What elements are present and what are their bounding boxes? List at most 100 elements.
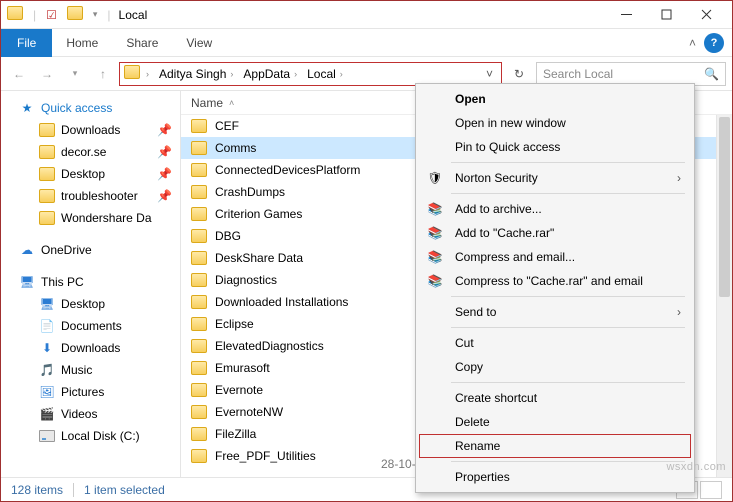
menu-item-pin-quick-access[interactable]: Pin to Quick access (419, 135, 691, 159)
library-icon: 📄 (39, 318, 55, 334)
scrollbar-thumb[interactable] (719, 117, 730, 297)
star-icon: ★ (19, 100, 35, 116)
breadcrumb-segment[interactable]: Local› (303, 67, 347, 81)
sidebar-item[interactable]: 🖥Desktop (1, 293, 180, 315)
drive-icon (39, 428, 55, 444)
folder-icon (39, 188, 55, 204)
norton-icon: 🛡 (425, 171, 445, 185)
menu-item-rename[interactable]: Rename (419, 434, 691, 458)
sidebar-item[interactable]: decor.se📌 (1, 141, 180, 163)
folder-icon (191, 427, 207, 441)
library-icon: 🎬 (39, 406, 55, 422)
refresh-button[interactable]: ↻ (506, 67, 532, 81)
status-selected: 1 item selected (84, 483, 165, 497)
sidebar-item[interactable]: 🎬Videos (1, 403, 180, 425)
qat-dropdown-icon[interactable]: ▾ (93, 9, 98, 20)
address-dropdown-icon[interactable]: ˅ (482, 67, 497, 81)
search-icon: 🔍 (704, 67, 719, 81)
search-input[interactable]: Search Local 🔍 (536, 62, 726, 86)
tab-share[interactable]: Share (112, 29, 172, 57)
ribbon: File Home Share View ˄ ? (1, 29, 732, 57)
menu-item-send-to[interactable]: Send to› (419, 300, 691, 324)
folder-icon (191, 361, 207, 375)
menu-item-compress-cache-email[interactable]: 📚Compress to "Cache.rar" and email (419, 269, 691, 293)
ribbon-collapse-icon[interactable]: ˄ (681, 36, 704, 50)
menu-item-compress-email[interactable]: 📚Compress and email... (419, 245, 691, 269)
sidebar-item[interactable]: 🖼Pictures (1, 381, 180, 403)
chevron-right-icon: › (677, 305, 681, 319)
tab-home[interactable]: Home (52, 29, 112, 57)
menu-item-norton[interactable]: 🛡Norton Security› (419, 166, 691, 190)
qat-separator: | (107, 8, 110, 22)
close-button[interactable] (686, 2, 726, 28)
maximize-button[interactable] (646, 2, 686, 28)
nav-forward-button[interactable]: → (35, 62, 59, 86)
archive-icon: 📚 (425, 202, 445, 216)
folder-icon (191, 185, 207, 199)
sidebar-item[interactable]: Local Disk (C:) (1, 425, 180, 447)
nav-recent-dropdown[interactable]: ▾ (63, 62, 87, 86)
library-icon: 🖼 (39, 384, 55, 400)
column-header-name[interactable]: Name ˄ (191, 96, 391, 110)
menu-item-open[interactable]: Open (419, 87, 691, 111)
folder-icon (191, 207, 207, 221)
search-placeholder: Search Local (543, 67, 613, 81)
library-icon: 🎵 (39, 362, 55, 378)
qat-properties-icon[interactable]: ☑ (46, 8, 57, 22)
menu-item-add-cache[interactable]: 📚Add to "Cache.rar" (419, 221, 691, 245)
context-menu: Open Open in new window Pin to Quick acc… (415, 83, 695, 493)
folder-icon (191, 339, 207, 353)
library-icon: ⬇ (39, 340, 55, 356)
menu-item-properties[interactable]: Properties (419, 465, 691, 489)
pin-icon: 📌 (157, 167, 172, 181)
title-bar: | ☑ ▾ | Local (1, 1, 732, 29)
tab-view[interactable]: View (172, 29, 226, 57)
sidebar-item-onedrive[interactable]: ☁ OneDrive (1, 239, 180, 261)
minimize-button[interactable] (606, 2, 646, 28)
vertical-scrollbar[interactable] (716, 115, 732, 477)
sidebar-item[interactable]: 📄Documents (1, 315, 180, 337)
cloud-icon: ☁ (19, 242, 35, 258)
nav-back-button[interactable]: ← (7, 62, 31, 86)
breadcrumb-segment[interactable]: Aditya Singh› (155, 67, 237, 81)
folder-icon (191, 273, 207, 287)
sidebar-item[interactable]: 🎵Music (1, 359, 180, 381)
pin-icon: 📌 (157, 145, 172, 159)
menu-item-create-shortcut[interactable]: Create shortcut (419, 386, 691, 410)
sidebar-item[interactable]: Desktop📌 (1, 163, 180, 185)
sidebar-item-this-pc[interactable]: 🖥 This PC (1, 271, 180, 293)
status-count: 128 items (11, 483, 63, 497)
view-large-button[interactable] (700, 481, 722, 499)
nav-up-button[interactable]: ↑ (91, 62, 115, 86)
help-icon[interactable]: ? (704, 33, 724, 53)
sidebar-item-quick-access[interactable]: ★ Quick access (1, 97, 180, 119)
menu-item-copy[interactable]: Copy (419, 355, 691, 379)
folder-icon (191, 163, 207, 177)
address-bar[interactable]: › Aditya Singh› AppData› Local› ˅ (119, 62, 502, 86)
chevron-right-icon[interactable]: › (146, 69, 149, 79)
folder-icon (67, 6, 83, 23)
menu-item-delete[interactable]: Delete (419, 410, 691, 434)
archive-icon: 📚 (425, 274, 445, 288)
breadcrumb-segment[interactable]: AppData› (239, 67, 301, 81)
sidebar-item[interactable]: Downloads📌 (1, 119, 180, 141)
folder-icon (124, 65, 140, 82)
window-title: Local (119, 8, 148, 22)
sidebar-item[interactable]: ⬇Downloads (1, 337, 180, 359)
folder-icon (191, 383, 207, 397)
file-tab[interactable]: File (1, 29, 52, 57)
menu-item-cut[interactable]: Cut (419, 331, 691, 355)
folder-icon (191, 449, 207, 463)
sidebar-item[interactable]: Wondershare Da (1, 207, 180, 229)
folder-icon (191, 295, 207, 309)
pin-icon: 📌 (157, 123, 172, 137)
menu-item-add-archive[interactable]: 📚Add to archive... (419, 197, 691, 221)
pin-icon: 📌 (157, 189, 172, 203)
sort-indicator-icon: ˄ (229, 98, 234, 108)
sidebar-item[interactable]: troubleshooter📌 (1, 185, 180, 207)
folder-icon (191, 251, 207, 265)
folder-icon (191, 229, 207, 243)
menu-item-open-new-window[interactable]: Open in new window (419, 111, 691, 135)
folder-icon (191, 119, 207, 133)
navigation-pane: ★ Quick access Downloads📌decor.se📌Deskto… (1, 91, 181, 477)
